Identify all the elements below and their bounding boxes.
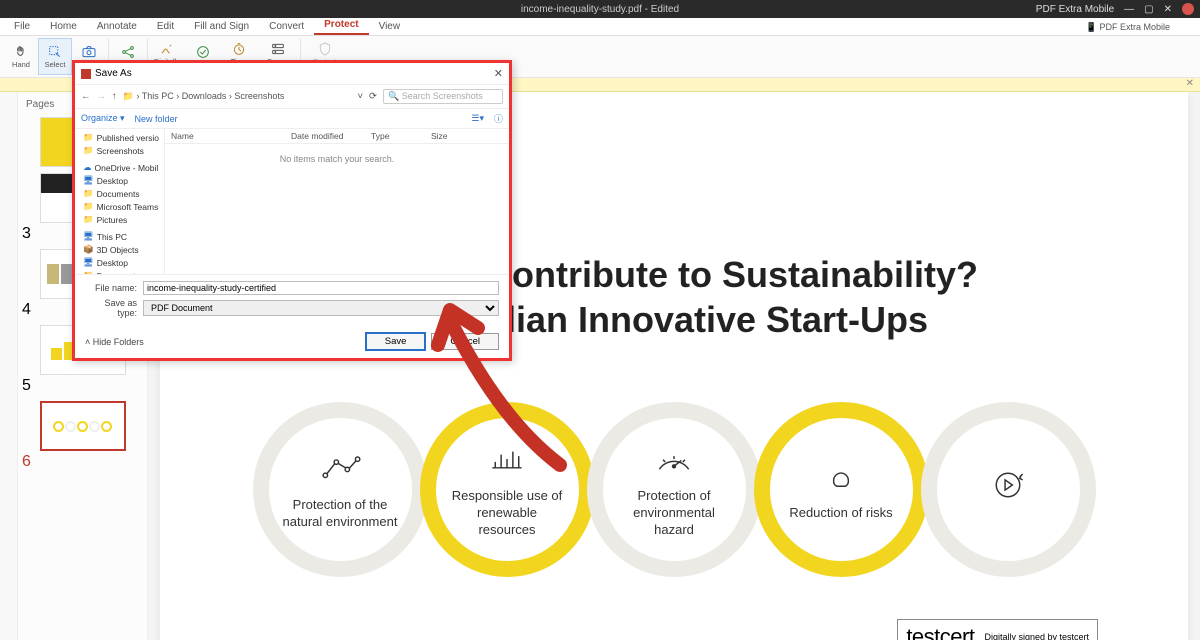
help-icon[interactable]: ⓘ — [494, 112, 503, 125]
tab-annotate[interactable]: Annotate — [87, 19, 147, 35]
signature-name: testcert — [906, 624, 974, 640]
select-tool[interactable]: Select — [38, 38, 72, 75]
signature-badge[interactable]: testcert Digitally signed by testcert — [897, 619, 1098, 640]
tab-edit[interactable]: Edit — [147, 19, 184, 35]
folder-tree[interactable]: 📁Published versio 📁Screenshots ☁OneDrive… — [75, 129, 165, 274]
close-button[interactable]: ✕ — [1164, 4, 1172, 15]
tree-node: 🖥Desktop — [75, 174, 164, 187]
maximize-button[interactable]: ▢ — [1144, 4, 1153, 15]
side-rail — [0, 92, 18, 640]
tree-node: 🖥Desktop — [75, 256, 164, 269]
col-name[interactable]: Name — [165, 131, 285, 141]
info-close-icon[interactable]: ✕ — [1186, 78, 1194, 89]
mobile-link[interactable]: 📱 PDF Extra Mobile — [1086, 22, 1170, 33]
tab-convert[interactable]: Convert — [259, 19, 314, 35]
view-icon[interactable]: ☰▾ — [471, 113, 484, 124]
mobile-badge[interactable]: PDF Extra Mobile — [1036, 4, 1114, 15]
dialog-close-icon[interactable]: ✕ — [494, 67, 503, 80]
organize-button[interactable]: Organize ▾ — [81, 113, 125, 124]
circle-5 — [921, 402, 1096, 577]
filetype-select[interactable]: PDF Document — [143, 300, 499, 316]
tree-node: 📁Pictures — [75, 213, 164, 226]
dialog-title: Save As — [95, 68, 494, 79]
nav-back-icon[interactable]: ← — [81, 91, 91, 102]
tab-fill-sign[interactable]: Fill and Sign — [184, 19, 259, 35]
save-button[interactable]: Save — [366, 333, 426, 350]
tab-file[interactable]: File — [4, 19, 40, 35]
tab-home[interactable]: Home — [40, 19, 87, 35]
tree-node: 📁Published versio — [75, 131, 164, 144]
circle-4: Reduction of risks — [754, 402, 929, 577]
file-list[interactable]: Name Date modified Type Size No items ma… — [165, 129, 509, 274]
tree-node: 📁Documents — [75, 187, 164, 200]
circle-1: Protection of the natural environment — [253, 402, 428, 577]
tree-node: 📁Microsoft Teams — [75, 200, 164, 213]
circle-2: Responsible use of renewable resources — [420, 402, 595, 577]
col-date[interactable]: Date modified — [285, 131, 365, 141]
filename-input[interactable] — [143, 281, 499, 295]
search-input[interactable]: 🔍 Search Screenshots — [383, 89, 503, 104]
menu-bar: File Home Annotate Edit Fill and Sign Co… — [0, 18, 1200, 36]
window-titlebar: income-inequality-study.pdf - Edited PDF… — [0, 0, 1200, 18]
tree-node: 📦3D Objects — [75, 243, 164, 256]
save-as-dialog: Save As ✕ ← → ↑ 📁 › This PC › Downloads … — [72, 60, 512, 361]
tree-node: 📁Documents — [75, 269, 164, 274]
refresh-icon[interactable]: ⟳ — [369, 91, 377, 102]
filename-label: File name: — [85, 283, 143, 293]
dropdown-icon[interactable]: ˅ — [357, 91, 363, 102]
avatar[interactable] — [1182, 3, 1194, 15]
hand-tool[interactable]: Hand — [4, 38, 38, 75]
document-title: income-inequality-study.pdf - Edited — [521, 4, 679, 15]
app-icon — [81, 69, 91, 79]
empty-message: No items match your search. — [165, 144, 509, 174]
col-size[interactable]: Size — [425, 131, 475, 141]
hide-folders-toggle[interactable]: ˄ Hide Folders — [85, 337, 360, 347]
new-folder-button[interactable]: New folder — [135, 114, 178, 124]
nav-up-icon[interactable]: ↑ — [112, 91, 117, 102]
tab-view[interactable]: View — [369, 19, 411, 35]
filetype-label: Save as type: — [85, 298, 143, 318]
circles-graphic: Protection of the natural environment Re… — [200, 402, 1148, 577]
page-thumb-5[interactable] — [40, 401, 126, 451]
breadcrumb[interactable]: 📁 › This PC › Downloads › Screenshots — [123, 91, 352, 102]
tree-node: ☁OneDrive - Mobil — [75, 161, 164, 174]
circle-3: Protection of environmental hazard — [587, 402, 762, 577]
cancel-button[interactable]: Cancel — [431, 333, 499, 350]
tab-protect[interactable]: Protect — [314, 17, 368, 35]
tree-node: 📁Screenshots — [75, 144, 164, 157]
minimize-button[interactable]: — — [1124, 4, 1134, 15]
nav-fwd-icon[interactable]: → — [97, 91, 107, 102]
col-type[interactable]: Type — [365, 131, 425, 141]
signature-text: Digitally signed by testcert — [984, 632, 1089, 640]
tree-node: 🖥This PC — [75, 230, 164, 243]
